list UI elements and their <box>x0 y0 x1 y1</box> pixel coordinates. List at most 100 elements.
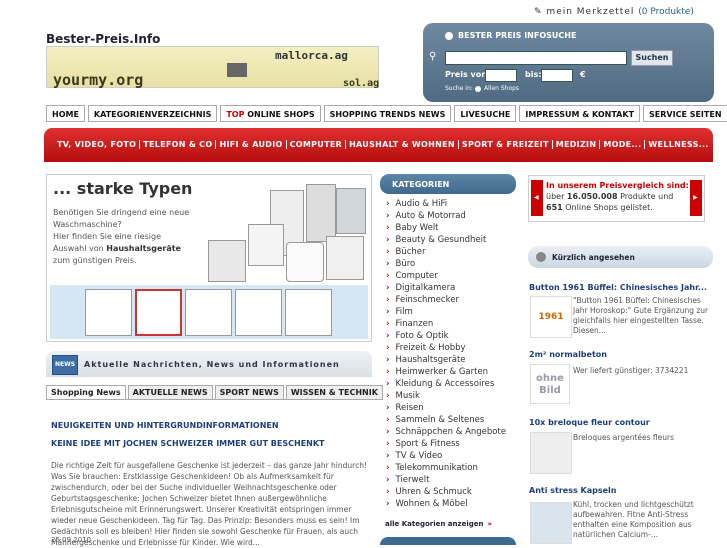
news-body: NEUIGKEITEN UND HINTERGRUNDINFORMATIONEN… <box>46 399 372 547</box>
ad-banner[interactable]: mallorca.ag yourmy.org sol.ag <box>46 46 379 89</box>
banner-top-text: mallorca.ag <box>275 49 348 62</box>
merkzettel-link[interactable]: ✎ mein Merkzettel (0 Produkte) <box>534 7 694 17</box>
cat-medizin[interactable]: MEDIZIN <box>553 140 601 149</box>
category-item[interactable]: Beauty & Gesundheit <box>380 234 516 246</box>
banner-main-text: yourmy.org <box>53 71 144 89</box>
category-item[interactable]: Baby Welt <box>380 222 516 234</box>
recent-item-image[interactable] <box>530 502 572 544</box>
news-headline-1[interactable]: NEUIGKEITEN UND HINTERGRUNDINFORMATIONEN <box>51 421 279 430</box>
recent-item-title[interactable]: Anti stress Kapseln <box>529 486 616 495</box>
cat-haushalt[interactable]: HAUSHALT & WOHNEN <box>346 140 459 149</box>
category-item[interactable]: TV & Video <box>380 450 516 462</box>
recent-item-title[interactable]: 10x breloque fleur contour <box>529 418 650 427</box>
price-to-label: bis: <box>525 70 542 79</box>
main-nav: HOME KATEGORIENVERZEICHNIS TOP ONLINE SH… <box>46 105 727 122</box>
nav-home[interactable]: HOME <box>46 105 85 122</box>
news-headline-2[interactable]: KEINE IDEE MIT JOCHEN SCHWEIZER IMMER GU… <box>51 439 325 448</box>
next-arrow-icon[interactable] <box>690 180 702 216</box>
hero-text: Benötigen Sie dringend eine neue Waschma… <box>53 208 190 265</box>
recent-item-desc: Kühl, trocken und lichtgeschützt aufbewa… <box>573 500 694 539</box>
category-item[interactable]: Schnäppchen & Angebote <box>380 426 516 438</box>
search-panel: BESTER PREIS INFOSUCHE ⚲ Suchen Preis vo… <box>423 23 714 102</box>
cat-computer[interactable]: COMPUTER <box>287 140 347 149</box>
nav-impressum[interactable]: IMPRESSUM & KONTAKT <box>519 105 641 122</box>
category-item[interactable]: Kleidung & Accessoires <box>380 378 516 390</box>
recent-item-title[interactable]: 2m² normalbeton <box>529 350 607 359</box>
news-text: Die richtige Zeit für ausgefallene Gesch… <box>51 461 367 547</box>
category-item[interactable]: Finanzen <box>380 318 516 330</box>
price-from-label: Preis von: <box>445 70 491 79</box>
categories-footer <box>380 537 516 545</box>
cat-hifi[interactable]: HIFI & AUDIO <box>216 140 287 149</box>
thumb-tools[interactable] <box>285 289 332 336</box>
site-logo[interactable]: Bester-Preis.Info <box>46 32 160 46</box>
category-item[interactable]: Foto & Optik <box>380 330 516 342</box>
all-shops-radio[interactable] <box>475 86 481 92</box>
category-item[interactable]: Heimwerker & Garten <box>380 366 516 378</box>
cat-telefon[interactable]: TELEFON & CO <box>140 140 217 149</box>
news-icon: NEWS <box>52 355 78 375</box>
thumb-camcorder[interactable] <box>185 289 232 336</box>
price-from-input[interactable] <box>485 69 517 82</box>
merkzettel-label: mein Merkzettel <box>546 7 635 17</box>
thumb-phone[interactable] <box>85 289 132 336</box>
all-categories-link[interactable]: alle Kategorien anzeigen» <box>385 520 492 528</box>
search-title: BESTER PREIS INFOSUCHE <box>458 31 577 40</box>
category-item[interactable]: Haushaltsgeräte <box>380 354 516 366</box>
recent-item-desc: Wer liefert günstiger: 3734221 <box>573 366 689 375</box>
category-bar: TV, VIDEO, FOTO TELEFON & CO HIFI & AUDI… <box>44 128 713 162</box>
all-shops-label: Allen Shops <box>484 85 520 92</box>
nav-categories[interactable]: KATEGORIENVERZEICHNIS <box>87 105 218 122</box>
category-item[interactable]: Film <box>380 306 516 318</box>
category-item[interactable]: Sammeln & Seltenes <box>380 414 516 426</box>
currency-label: € <box>580 70 586 79</box>
recent-item-image[interactable] <box>530 432 572 474</box>
recent-item-title[interactable]: Button 1961 Büffel: Chinesisches Jahr... <box>529 283 707 292</box>
category-item[interactable]: Feinschmecker <box>380 294 516 306</box>
category-item[interactable]: Telekommunikation <box>380 462 516 474</box>
recent-item-image[interactable]: 1961 <box>530 296 572 338</box>
cat-wellness[interactable]: WELLNESS... <box>645 140 711 149</box>
news-tabs: Shopping News AKTUELLE NEWS SPORT NEWS W… <box>46 385 385 400</box>
category-item[interactable]: Sport & Fitness <box>380 438 516 450</box>
category-item[interactable]: Freizeit & Hobby <box>380 342 516 354</box>
thumb-washer[interactable] <box>135 289 182 336</box>
tab-shopping-news[interactable]: Shopping News <box>46 385 126 400</box>
category-item[interactable]: Bücher <box>380 246 516 258</box>
search-input[interactable] <box>445 51 627 65</box>
tab-wissen-technik[interactable]: WISSEN & TECHNIK <box>285 385 383 400</box>
price-to-input[interactable] <box>541 69 573 82</box>
search-button[interactable]: Suchen <box>631 50 673 66</box>
category-item[interactable]: Computer <box>380 270 516 282</box>
nav-service[interactable]: SERVICE SEITEN <box>643 105 727 122</box>
category-item[interactable]: Digitalkamera <box>380 282 516 294</box>
prev-arrow-icon[interactable] <box>531 180 543 216</box>
recent-item-desc: "Button 1961 Büffel: Chinesisches Jahr H… <box>573 296 709 335</box>
category-item[interactable]: Musik <box>380 390 516 402</box>
stats-box: In unserem Preisvergleich sind: über 16.… <box>528 175 705 222</box>
thumb-perfume[interactable] <box>235 289 282 336</box>
category-item[interactable]: Tierwelt <box>380 474 516 486</box>
category-item[interactable]: Audio & HiFi <box>380 198 516 210</box>
cat-tv-video[interactable]: TV, VIDEO, FOTO <box>54 140 141 149</box>
cat-sport[interactable]: SPORT & FREIZEIT <box>459 140 553 149</box>
tab-aktuelle-news[interactable]: AKTUELLE NEWS <box>127 385 213 400</box>
nav-trends[interactable]: SHOPPING TRENDS NEWS <box>323 105 452 122</box>
appliances-image[interactable] <box>208 184 366 282</box>
category-item[interactable]: Auto & Motorrad <box>380 210 516 222</box>
categories-header: KATEGORIEN <box>380 174 516 194</box>
hero-title: ... starke Typen <box>53 179 193 198</box>
recent-item-desc: Breloques argentées fleurs <box>573 433 674 442</box>
category-item[interactable]: Büro <box>380 258 516 270</box>
cat-mode[interactable]: MODE... <box>600 140 646 149</box>
category-item[interactable]: Wohnen & Möbel <box>380 498 516 510</box>
categories-list: Audio & HiFiAuto & MotorradBaby WeltBeau… <box>380 198 516 510</box>
category-item[interactable]: Uhren & Schmuck <box>380 486 516 498</box>
tab-sport-news[interactable]: SPORT NEWS <box>214 385 284 400</box>
category-item[interactable]: Reisen <box>380 402 516 414</box>
nav-top-shops[interactable]: TOP ONLINE SHOPS <box>220 105 321 122</box>
recent-item-image[interactable]: ohne Bild <box>530 364 570 404</box>
nav-livesuche[interactable]: LIVESUCHE <box>454 105 517 122</box>
news-date: 25.09.2010 <box>51 536 92 544</box>
news-header: NEWS Aktuelle Nachrichten, News und Info… <box>46 351 372 377</box>
